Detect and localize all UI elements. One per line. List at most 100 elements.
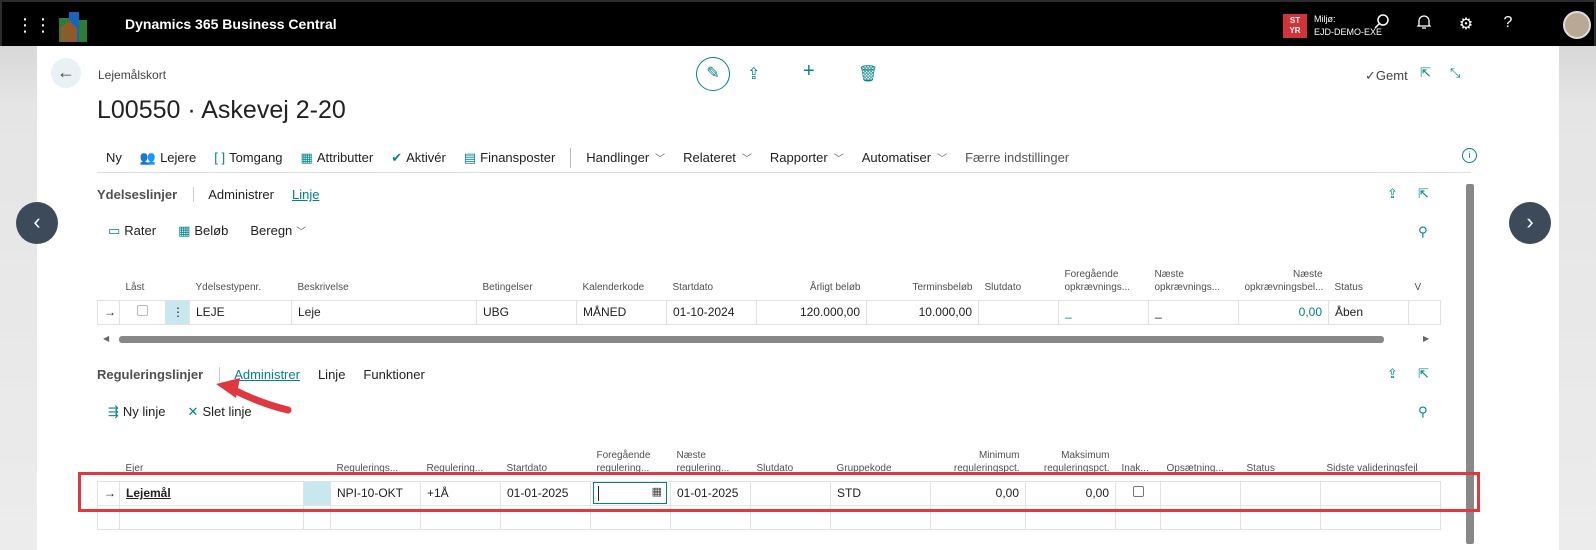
chevron-down-icon: ﹀ [296,227,307,238]
people-icon: 👥 [139,149,157,165]
new-line-action[interactable]: ⇶ Ny linje [108,404,166,420]
delete-icon[interactable]: 🗑 [858,64,878,84]
menu-reports[interactable]: Rapporter ﹀ [761,150,853,165]
help-icon[interactable]: ? [1497,14,1519,36]
tab-administrer[interactable]: Administrer [208,187,274,202]
chevron-down-icon: ﹀ [833,154,844,165]
ydelse-table: Låst Ydelsestypenr. Beskrivelse Betingel… [97,250,1441,325]
highlight-box [78,472,1480,512]
new-line-icon: ⇶ [108,404,119,419]
menu-actions[interactable]: Handlinger ﹀ [577,150,674,165]
search-icon[interactable] [1371,14,1393,36]
rates-action[interactable]: ▭ Rater [108,223,156,239]
pin-icon[interactable]: ⚲ [1418,224,1428,240]
tenants-action[interactable]: 👥 Lejere [131,150,205,166]
vacancy-action[interactable]: [ ] Tomgang [205,150,291,165]
col-terms[interactable]: Betingelser [477,250,577,300]
cell-start[interactable]: 01-10-2024 [666,299,757,325]
share-icon[interactable]: ⇪ [1387,366,1398,382]
collapse-icon[interactable]: ⤡ [1450,65,1460,81]
col-annual[interactable]: Årligt beløb [757,250,867,300]
col-description[interactable]: Beskrivelse [292,250,477,300]
brackets-icon: [ ] [214,150,226,165]
amount-action[interactable]: ▦ Beløb [178,223,228,239]
cell-term-amount[interactable]: 10.000,00 [866,299,979,325]
cell-description[interactable]: Leje [291,299,477,325]
gear-icon[interactable]: ⚙ [1455,14,1477,36]
amount-icon: ▦ [178,223,191,238]
app-title[interactable]: Dynamics 365 Business Central [125,16,337,32]
pin-icon[interactable]: ⚲ [1418,404,1428,420]
tab-linje[interactable]: Linje [318,367,345,382]
col-v[interactable]: V [1409,250,1441,300]
cell-status[interactable]: Åben [1328,299,1409,325]
open-new-window-icon[interactable]: ⇱ [1420,65,1431,81]
ydelse-actions: ▭ Rater ▦ Beløb Beregn ﹀ [108,223,306,239]
saved-status: ✓Gemt [1365,68,1408,83]
breadcrumb: Lejemålskort [98,68,167,82]
ledger-entries-action[interactable]: ▤ Finansposter [455,150,564,166]
top-bar: ⋮⋮⋮ Dynamics 365 Business Central ST YR M… [0,0,1596,46]
chevron-down-icon: ﹀ [937,154,948,165]
share-icon[interactable]: ⇪ [747,64,760,84]
ydelse-title: Ydelseslinjer [97,187,195,202]
cell-calendar[interactable]: MÅNED [576,299,667,325]
scroll-left-icon[interactable]: ◀ [103,334,109,343]
cell-type[interactable]: LEJE [189,299,292,325]
ledger-icon: ▤ [463,149,477,165]
page-title: L00550 · Askevej 2-20 [97,96,346,124]
col-end[interactable]: Slutdato [979,250,1059,300]
table-row[interactable]: → ⋮ LEJE Leje UBG MÅNED 01-10-2024 120.0… [97,299,1441,325]
col-locked[interactable]: Låst [120,250,166,300]
expand-icon[interactable]: ⇱ [1418,366,1429,382]
scroll-right-icon[interactable]: ▶ [1423,334,1429,343]
tab-linje[interactable]: Linje [292,187,319,202]
col-calendar[interactable]: Kalenderkode [577,250,667,300]
fewer-options-link[interactable]: Færre indstillinger [956,150,1078,165]
cell-end[interactable] [978,299,1059,325]
avatar[interactable] [1563,11,1591,39]
company-logo [59,12,87,42]
tab-funktioner[interactable]: Funktioner [363,367,424,382]
scroll-thumb[interactable] [119,336,1384,343]
locked-checkbox[interactable] [119,299,166,325]
col-start[interactable]: Startdato [667,250,757,300]
info-icon[interactable]: i [1462,148,1477,163]
row-menu-icon[interactable]: ⋮ [165,299,190,325]
menu-related[interactable]: Relateret ﹀ [674,150,761,165]
col-type[interactable]: Ydelsestypenr. [190,250,292,300]
chevron-down-icon: ﹀ [655,154,666,165]
attributes-action[interactable]: ▦ Attributter [292,150,383,166]
menu-automate[interactable]: Automatiser ﹀ [853,150,956,165]
action-bar: Ny 👥 Lejere [ ] Tomgang ▦ Attributter ✔ Akti… [97,143,1471,173]
cell-terms[interactable]: UBG [476,299,577,325]
col-next-amount[interactable]: Næste opkrævningsbel... [1239,250,1329,300]
cell-annual[interactable]: 120.000,00 [756,299,867,325]
next-record-button[interactable]: › [1509,202,1551,244]
cell-next-amount[interactable]: 0,00 [1238,299,1329,325]
expand-icon[interactable]: ⇱ [1418,186,1429,202]
calculate-action[interactable]: Beregn ﹀ [250,223,306,239]
delete-line-icon: ✕ [187,404,199,419]
environment-badge: ST YR [1283,14,1307,38]
cell-next[interactable]: _ [1148,299,1239,325]
back-button[interactable]: ← [51,58,81,88]
edit-button[interactable]: ✎ [696,57,730,91]
bell-icon[interactable] [1413,14,1435,36]
rates-icon: ▭ [108,223,121,238]
regulering-title: Reguleringslinjer [97,367,221,382]
activate-action[interactable]: ✔ Aktivér [382,150,455,166]
cell-v[interactable] [1408,299,1441,325]
previous-record-button[interactable]: ‹ [16,202,58,244]
col-status[interactable]: Status [1329,250,1409,300]
divider [570,147,572,168]
horizontal-scrollbar[interactable]: ◀ ▶ [97,334,1437,344]
new-action[interactable]: Ny [97,150,131,165]
new-button[interactable]: + [803,60,815,83]
share-icon[interactable]: ⇪ [1387,186,1398,202]
col-next[interactable]: Næste opkrævnings... [1149,250,1239,300]
cell-prev[interactable]: _ [1058,299,1149,325]
col-term-amount[interactable]: Terminsbeløb [867,250,979,300]
col-prev[interactable]: Foregående opkrævnings... [1059,250,1149,300]
annotation-arrow [216,378,292,414]
